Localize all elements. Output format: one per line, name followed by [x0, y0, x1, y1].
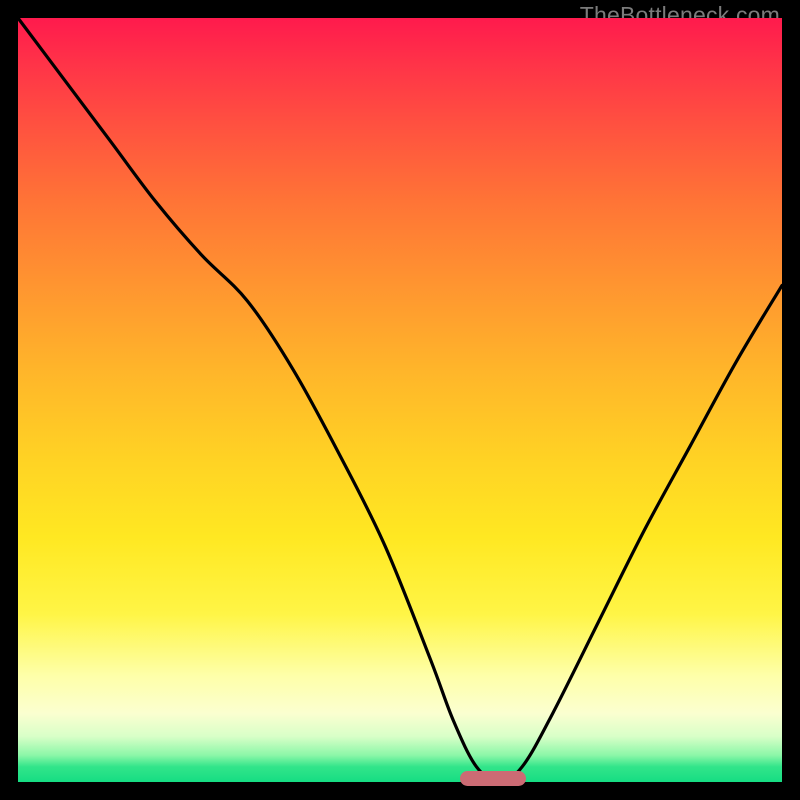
chart-frame: TheBottleneck.com	[0, 0, 800, 800]
optimal-range-marker	[460, 771, 526, 786]
bottleneck-curve	[18, 18, 782, 782]
plot-area	[18, 18, 782, 782]
